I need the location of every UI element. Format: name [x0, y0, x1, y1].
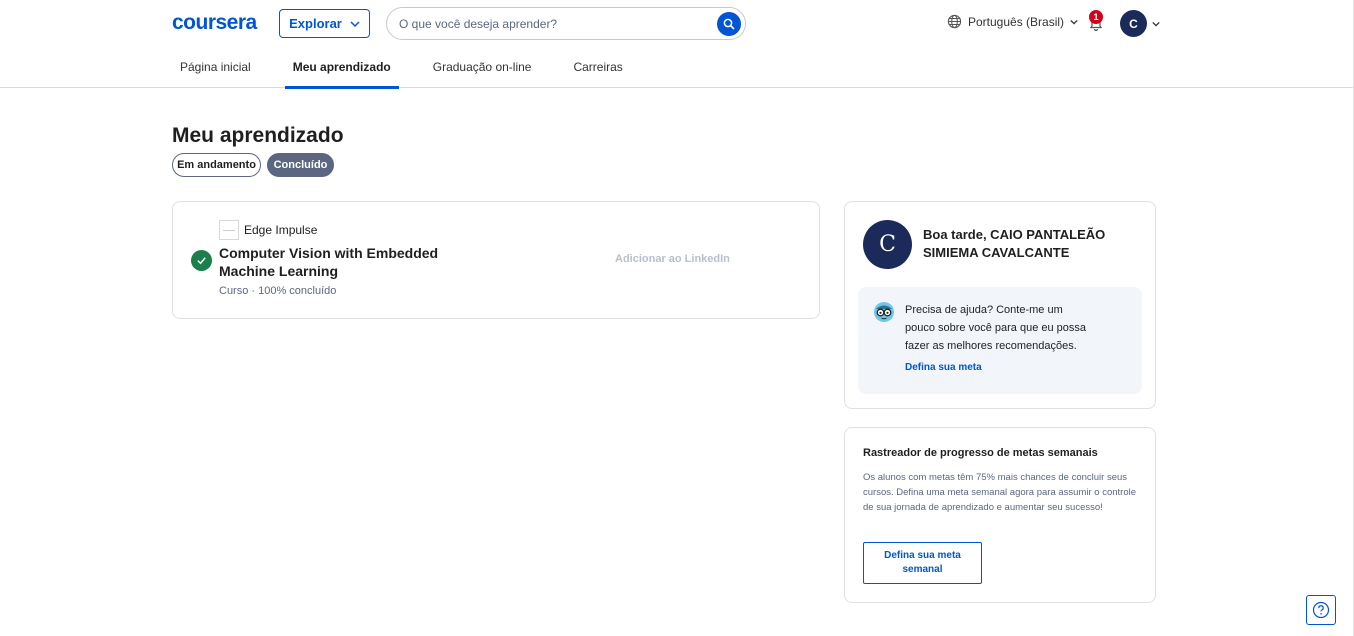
tracker-description: Os alunos com metas têm 75% mais chances…: [863, 472, 1136, 513]
language-label: Português (Brasil): [968, 14, 1065, 29]
user-avatar-button[interactable]: C: [1120, 10, 1147, 37]
tab-home[interactable]: Página inicial: [172, 46, 259, 88]
avatar: C: [863, 220, 912, 269]
chevron-down-icon: [1070, 19, 1078, 25]
set-weekly-goal-button[interactable]: Defina sua meta semanal: [863, 542, 982, 584]
completed-check-icon: [191, 250, 212, 271]
course-card: Edge Impulse Computer Vision with Embedd…: [172, 201, 820, 319]
search-box: [386, 7, 746, 40]
partner-name: Edge Impulse: [244, 223, 318, 237]
coursera-logo[interactable]: coursera: [172, 11, 257, 35]
course-title-link[interactable]: Computer Vision with Embedded Machine Le…: [219, 244, 469, 280]
language-selector[interactable]: Português (Brasil): [947, 14, 1078, 29]
explore-button[interactable]: Explorar: [279, 9, 370, 38]
assistant-bot-icon: [874, 302, 894, 322]
help-text: Precisa de ajuda? Conte-me um pouco sobr…: [905, 304, 1087, 352]
tracker-title: Rastreador de progresso de metas semanai…: [863, 447, 1098, 459]
notification-badge: 1: [1089, 10, 1103, 24]
globe-icon: [947, 14, 962, 29]
help-box: Precisa de ajuda? Conte-me um pouco sobr…: [858, 287, 1142, 394]
add-to-linkedin-button[interactable]: Adicionar ao LinkedIn: [615, 253, 730, 265]
tab-online-degrees[interactable]: Graduação on-line: [425, 46, 540, 88]
greeting-text: Boa tarde, CAIO PANTALEÃO SIMIEMA CAVALC…: [923, 227, 1106, 260]
tab-my-learning[interactable]: Meu aprendizado: [284, 46, 399, 89]
search-button[interactable]: [717, 12, 741, 36]
search-icon: [723, 18, 735, 30]
explore-label: Explorar: [289, 16, 342, 31]
page-title: Meu aprendizado: [172, 124, 344, 147]
search-input[interactable]: [399, 15, 709, 33]
set-goal-link[interactable]: Defina sua meta: [905, 362, 982, 373]
weekly-goal-tracker-card: Rastreador de progresso de metas semanai…: [844, 427, 1156, 603]
greeting-card: C Boa tarde, CAIO PANTALEÃO SIMIEMA CAVA…: [844, 201, 1156, 409]
main-nav: Página inicial Meu aprendizado Graduação…: [172, 46, 657, 89]
partner-logo: [219, 220, 239, 240]
question-icon: [1312, 601, 1330, 619]
filter-in-progress[interactable]: Em andamento: [172, 153, 261, 177]
chevron-down-icon: [350, 20, 360, 27]
top-header: coursera Explorar Português (Brasil) 1 C…: [0, 0, 1354, 89]
tab-careers[interactable]: Carreiras: [565, 46, 630, 88]
chevron-down-icon[interactable]: [1152, 20, 1160, 28]
filter-completed[interactable]: Concluído: [267, 153, 334, 177]
course-meta: Curso · 100% concluído: [219, 285, 337, 297]
help-button[interactable]: [1306, 595, 1336, 625]
